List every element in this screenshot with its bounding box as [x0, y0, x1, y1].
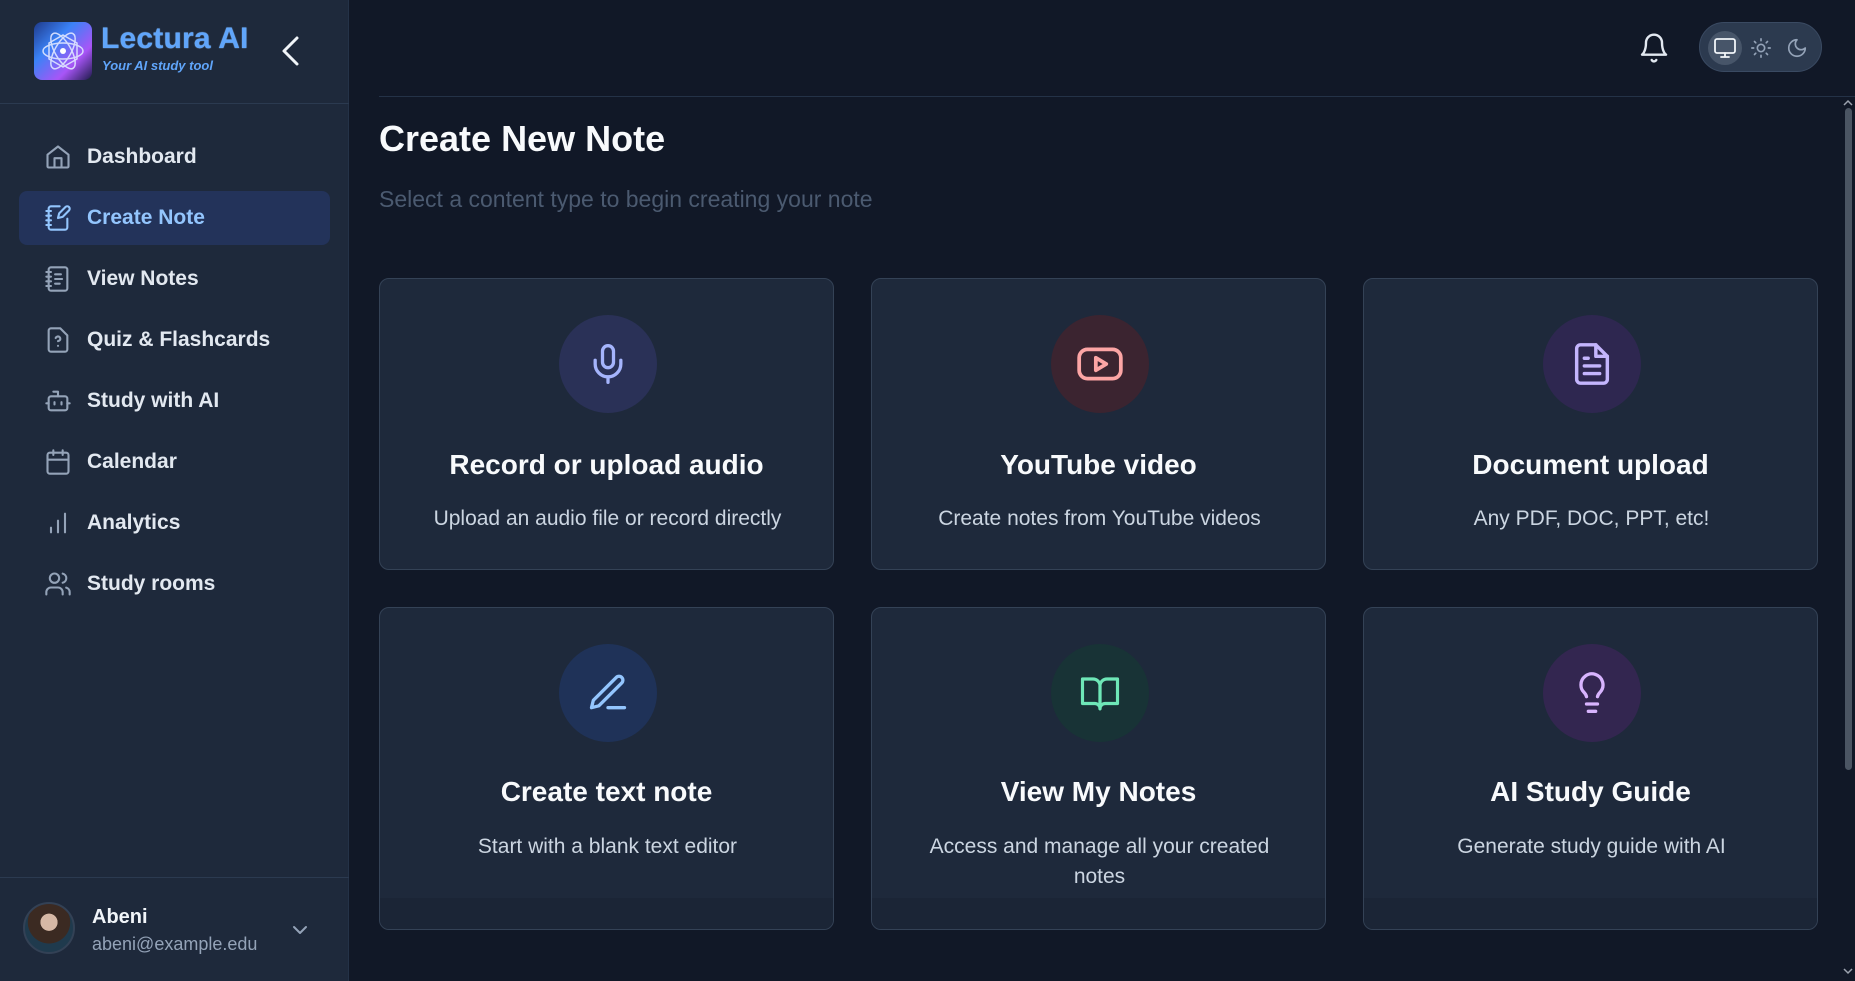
brand-tagline: Your AI study tool	[102, 58, 213, 73]
moon-icon	[1787, 38, 1807, 58]
calendar-icon	[43, 447, 73, 477]
bar-chart-icon	[43, 508, 73, 538]
scroll-up-arrow-icon[interactable]	[1843, 98, 1853, 108]
card-title: Record or upload audio	[449, 449, 764, 480]
avatar	[23, 902, 75, 954]
card-icon-circle	[1051, 644, 1149, 742]
sidebar-item-label: Dashboard	[87, 145, 197, 168]
card-youtube-video[interactable]: YouTube video Create notes from YouTube …	[871, 278, 1326, 570]
notebook-text-icon	[43, 264, 73, 294]
sidebar-item-study-rooms[interactable]: Study rooms	[19, 557, 330, 611]
card-icon-circle	[1051, 315, 1149, 413]
card-view-my-notes[interactable]: View My Notes Access and manage all your…	[871, 607, 1326, 930]
sun-icon	[1751, 38, 1771, 58]
sidebar-item-calendar[interactable]: Calendar	[19, 435, 330, 489]
microphone-icon	[593, 344, 623, 384]
users-icon	[43, 569, 73, 599]
card-footer	[1364, 898, 1817, 929]
brand-name: Lectura AI	[101, 22, 249, 55]
sidebar-item-analytics[interactable]: Analytics	[19, 496, 330, 550]
card-description: Access and manage all your created notes	[929, 835, 1270, 888]
card-footer	[380, 898, 833, 929]
sidebar-item-quiz-flashcards[interactable]: Quiz & Flashcards	[19, 313, 330, 367]
card-title: View My Notes	[1000, 776, 1197, 807]
sidebar-item-dashboard[interactable]: Dashboard	[19, 130, 330, 184]
theme-toggle	[1699, 22, 1822, 72]
bot-icon	[43, 386, 73, 416]
theme-option-light[interactable]	[1744, 31, 1778, 65]
sidebar-item-label: View Notes	[87, 267, 199, 290]
notebook-pen-icon	[43, 203, 73, 233]
card-footer	[872, 898, 1325, 929]
card-record-audio[interactable]: Record or upload audio Upload an audio f…	[379, 278, 834, 570]
user-email: abeni@example.edu	[92, 934, 258, 954]
sidebar-item-label: Create Note	[87, 206, 205, 229]
sidebar-item-label: Analytics	[87, 511, 181, 534]
brand-header: Lectura AI Your AI study tool	[0, 0, 349, 104]
pen-line-icon	[589, 674, 627, 710]
sidebar-collapse-button[interactable]	[274, 32, 308, 70]
home-icon	[43, 142, 73, 172]
card-title: Document upload	[1472, 449, 1709, 480]
card-create-text-note[interactable]: Create text note Start with a blank text…	[379, 607, 834, 930]
sidebar-item-label: Study rooms	[87, 572, 216, 595]
user-name: Abeni	[92, 906, 148, 928]
sidebar-nav: Dashboard Create Note View Notes Quiz & …	[19, 130, 330, 618]
header-divider	[379, 96, 1855, 97]
chevron-left-icon	[282, 36, 299, 66]
theme-option-system[interactable]	[1708, 31, 1742, 65]
card-document-upload[interactable]: Document upload Any PDF, DOC, PPT, etc!	[1363, 278, 1818, 570]
book-open-icon	[1080, 677, 1120, 711]
card-icon-circle	[1543, 315, 1641, 413]
bell-icon[interactable]	[1638, 31, 1670, 65]
scrollbar-thumb[interactable]	[1845, 108, 1852, 770]
scroll-down-arrow-icon[interactable]	[1843, 966, 1853, 976]
theme-option-dark[interactable]	[1780, 31, 1814, 65]
card-description: Upload an audio file or record directly	[433, 507, 782, 530]
card-description: Start with a blank text editor	[477, 835, 738, 858]
page-title: Create New Note	[379, 118, 666, 159]
document-icon	[1574, 343, 1610, 385]
sidebar: Lectura AI Your AI study tool Dashboard …	[0, 0, 349, 981]
card-title: Create text note	[500, 776, 713, 807]
card-title: YouTube video	[1000, 449, 1197, 480]
sidebar-item-label: Study with AI	[87, 389, 220, 412]
atom-orb-logo[interactable]	[34, 22, 92, 80]
chevron-down-icon[interactable]	[288, 918, 312, 942]
youtube-icon	[1077, 347, 1123, 381]
sidebar-item-view-notes[interactable]: View Notes	[19, 252, 330, 306]
sidebar-item-label: Calendar	[87, 450, 177, 473]
card-ai-study-guide[interactable]: AI Study Guide Generate study guide with…	[1363, 607, 1818, 930]
card-icon-circle	[1543, 644, 1641, 742]
user-profile[interactable]: Abeni abeni@example.edu	[0, 877, 349, 981]
file-question-icon	[43, 325, 73, 355]
lightbulb-icon	[1579, 672, 1605, 713]
card-description: Create notes from YouTube videos	[938, 507, 1261, 530]
card-description: Generate study guide with AI	[1457, 835, 1726, 858]
card-icon-circle	[559, 315, 657, 413]
card-description: Any PDF, DOC, PPT, etc!	[1473, 507, 1710, 530]
monitor-icon	[1714, 38, 1736, 58]
card-icon-circle	[559, 644, 657, 742]
sidebar-item-label: Quiz & Flashcards	[87, 328, 271, 351]
sidebar-item-create-note[interactable]: Create Note	[19, 191, 330, 245]
sidebar-item-study-with-ai[interactable]: Study with AI	[19, 374, 330, 428]
card-title: AI Study Guide	[1490, 776, 1691, 807]
page-subtitle: Select a content type to begin creating …	[379, 186, 873, 212]
